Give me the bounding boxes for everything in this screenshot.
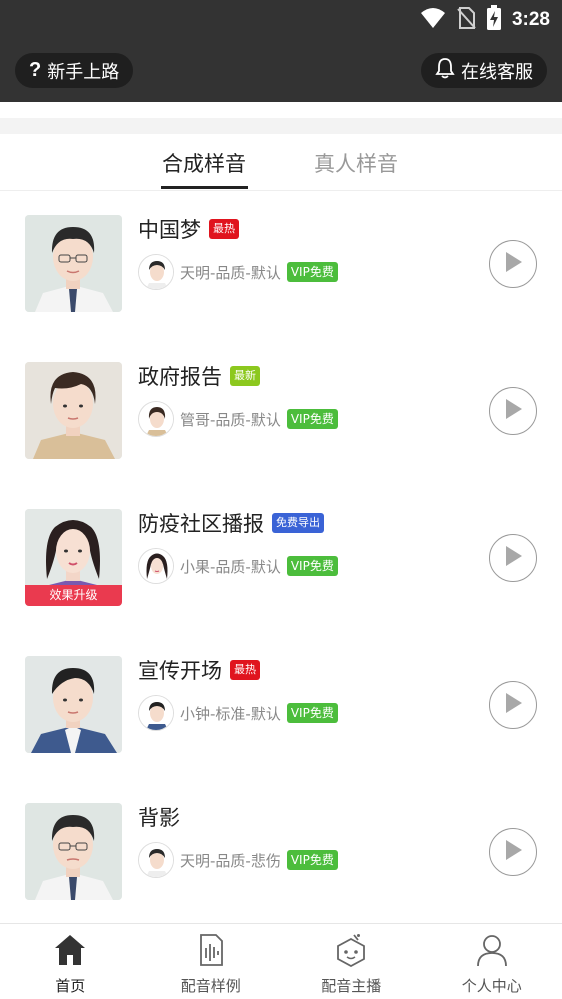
nav-label: 个人中心 bbox=[461, 977, 522, 995]
divider bbox=[0, 118, 562, 134]
item-meta-row: 小钟-标准-默认 VIP免费 bbox=[138, 695, 338, 731]
item-meta-row: 小果-品质-默认 VIP免费 bbox=[138, 548, 338, 584]
voice-name: 天明-品质-默认 bbox=[180, 263, 281, 282]
bottom-nav: 首页 配音样例 配音主播 个人中心 bbox=[0, 923, 562, 999]
voice-avatar bbox=[138, 548, 174, 584]
wifi-icon bbox=[420, 7, 446, 33]
no-sim-icon bbox=[456, 6, 476, 34]
free-export-badge: 免费导出 bbox=[272, 513, 324, 533]
item-title-row: 中国梦 最热 bbox=[138, 214, 239, 244]
nav-label: 配音主播 bbox=[321, 977, 382, 995]
online-service-label: 在线客服 bbox=[461, 61, 533, 83]
list-item[interactable]: 效果升级 防疫社区播报 免费导出 小果-品质-默认 VIP免费 bbox=[0, 486, 562, 633]
item-meta-row: 管哥-品质-默认 VIP免费 bbox=[138, 401, 338, 437]
item-title-row: 宣传开场 最热 bbox=[138, 655, 260, 685]
play-button[interactable] bbox=[489, 681, 537, 729]
nav-profile[interactable]: 个人中心 bbox=[422, 924, 562, 999]
vip-free-badge: VIP免费 bbox=[286, 409, 338, 429]
item-meta-row: 天明-品质-默认 VIP免费 bbox=[138, 254, 338, 290]
audio-file-icon bbox=[194, 933, 228, 971]
hot-badge: 最热 bbox=[209, 219, 239, 239]
list-item[interactable]: 背影 天明-品质-悲伤 VIP免费 bbox=[0, 780, 562, 927]
active-tab-indicator bbox=[161, 186, 248, 189]
anchor-thumbnail: 效果升级 bbox=[25, 509, 122, 606]
tab-human-samples[interactable]: 真人样音 bbox=[314, 148, 398, 178]
vip-free-badge: VIP免费 bbox=[286, 703, 338, 723]
vip-free-badge: VIP免费 bbox=[286, 556, 338, 576]
play-button[interactable] bbox=[489, 828, 537, 876]
nav-label: 配音样例 bbox=[180, 977, 241, 995]
upgrade-tag: 效果升级 bbox=[25, 585, 122, 606]
voice-avatar bbox=[138, 695, 174, 731]
new-badge: 最新 bbox=[230, 366, 260, 386]
anchor-thumbnail bbox=[25, 362, 122, 459]
item-title: 中国梦 bbox=[138, 218, 201, 242]
beginner-guide-button[interactable]: ? 新手上路 bbox=[15, 53, 134, 88]
list-item[interactable]: 中国梦 最热 天明-品质-默认 VIP免费 bbox=[0, 192, 562, 339]
voice-name: 管哥-品质-默认 bbox=[180, 410, 281, 429]
play-button[interactable] bbox=[489, 534, 537, 582]
battery-charging-icon bbox=[486, 5, 502, 35]
hot-badge: 最热 bbox=[230, 660, 260, 680]
sample-tabs: 合成样音 真人样音 bbox=[0, 134, 562, 191]
nav-samples[interactable]: 配音样例 bbox=[141, 924, 282, 999]
beginner-guide-label: 新手上路 bbox=[47, 61, 120, 83]
nav-label: 首页 bbox=[55, 977, 86, 995]
play-icon bbox=[503, 251, 523, 277]
anchor-thumbnail bbox=[25, 803, 122, 900]
item-title: 防疫社区播报 bbox=[138, 512, 264, 536]
item-title-row: 背影 bbox=[138, 802, 180, 832]
clock: 3:28 bbox=[511, 9, 550, 30]
question-icon: ? bbox=[29, 59, 42, 81]
voice-name: 天明-品质-悲伤 bbox=[180, 851, 281, 870]
anchor-thumbnail bbox=[25, 215, 122, 312]
home-icon bbox=[53, 933, 87, 971]
item-title: 宣传开场 bbox=[138, 659, 222, 683]
header: ? 新手上路 在线客服 bbox=[0, 40, 562, 102]
play-button[interactable] bbox=[489, 240, 537, 288]
item-title: 背影 bbox=[138, 806, 180, 830]
robot-icon bbox=[334, 933, 368, 971]
status-bar: 3:28 bbox=[0, 0, 562, 40]
voice-name: 小果-品质-默认 bbox=[180, 557, 281, 576]
bell-icon bbox=[435, 57, 455, 84]
spacer bbox=[0, 102, 562, 118]
play-button[interactable] bbox=[489, 387, 537, 435]
play-icon bbox=[503, 839, 523, 865]
vip-free-badge: VIP免费 bbox=[286, 262, 338, 282]
anchor-thumbnail bbox=[25, 656, 122, 753]
list-item[interactable]: 宣传开场 最热 小钟-标准-默认 VIP免费 bbox=[0, 633, 562, 780]
play-icon bbox=[503, 692, 523, 718]
vip-free-badge: VIP免费 bbox=[286, 850, 338, 870]
nav-home[interactable]: 首页 bbox=[0, 924, 141, 999]
voice-avatar bbox=[138, 842, 174, 878]
tab-synth-samples[interactable]: 合成样音 bbox=[162, 148, 246, 178]
list-item[interactable]: 政府报告 最新 管哥-品质-默认 VIP免费 bbox=[0, 339, 562, 486]
play-icon bbox=[503, 398, 523, 424]
person-icon bbox=[475, 933, 509, 971]
item-title: 政府报告 bbox=[138, 365, 222, 389]
online-service-button[interactable]: 在线客服 bbox=[421, 53, 547, 88]
nav-anchors[interactable]: 配音主播 bbox=[281, 924, 422, 999]
voice-name: 小钟-标准-默认 bbox=[180, 704, 281, 723]
sample-list: 中国梦 最热 天明-品质-默认 VIP免费 政府报告 最新 管哥-品质-默认 V… bbox=[0, 192, 562, 927]
status-icons: 3:28 bbox=[420, 5, 550, 35]
voice-avatar bbox=[138, 401, 174, 437]
item-title-row: 政府报告 最新 bbox=[138, 361, 260, 391]
voice-avatar bbox=[138, 254, 174, 290]
item-title-row: 防疫社区播报 免费导出 bbox=[138, 508, 324, 538]
play-icon bbox=[503, 545, 523, 571]
item-meta-row: 天明-品质-悲伤 VIP免费 bbox=[138, 842, 338, 878]
